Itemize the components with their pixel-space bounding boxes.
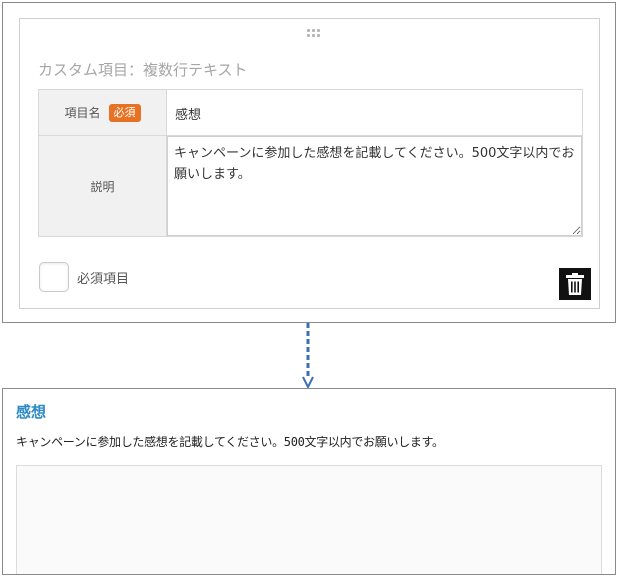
required-checkbox-label: 必須項目 [77,272,130,287]
field-name-row: 項目名 必須 [39,90,582,136]
field-description-row: 説明 キャンペーンに参加した感想を記載してください。500文字以内でお願いします… [39,136,582,236]
required-badge: 必須 [108,103,141,122]
flow-arrow-icon [302,323,314,389]
preview-field-title: 感想 [16,403,47,421]
description-textarea[interactable]: キャンペーンに参加した感想を記載してください。500文字以内でお願いします。 [167,136,582,236]
preview-field-description: キャンペーンに参加した感想を記載してください。500文字以内でお願いします。 [16,435,444,449]
trash-icon [566,273,584,295]
drag-handle-icon[interactable] [307,29,321,39]
preview-textarea[interactable] [16,465,602,574]
editor-frame: カスタム項目：複数行テキスト 項目名 必須 説明 キャンペーンに参加した感想を記… [2,2,616,323]
description-label-cell: 説明 [39,136,167,236]
delete-button[interactable] [559,268,591,300]
description-label: 説明 [90,179,115,194]
custom-field-card: カスタム項目：複数行テキスト 項目名 必須 説明 キャンペーンに参加した感想を記… [19,18,600,309]
field-name-input[interactable] [175,102,575,124]
required-checkbox[interactable] [39,262,69,292]
field-name-label: 項目名 [64,106,101,120]
field-settings-table: 項目名 必須 説明 キャンペーンに参加した感想を記載してください。500文字以内… [38,89,583,237]
field-name-label-cell: 項目名 必須 [39,90,167,135]
field-type-title: カスタム項目：複数行テキスト [38,61,248,79]
preview-frame: 感想 キャンペーンに参加した感想を記載してください。500文字以内でお願いします… [2,388,616,575]
